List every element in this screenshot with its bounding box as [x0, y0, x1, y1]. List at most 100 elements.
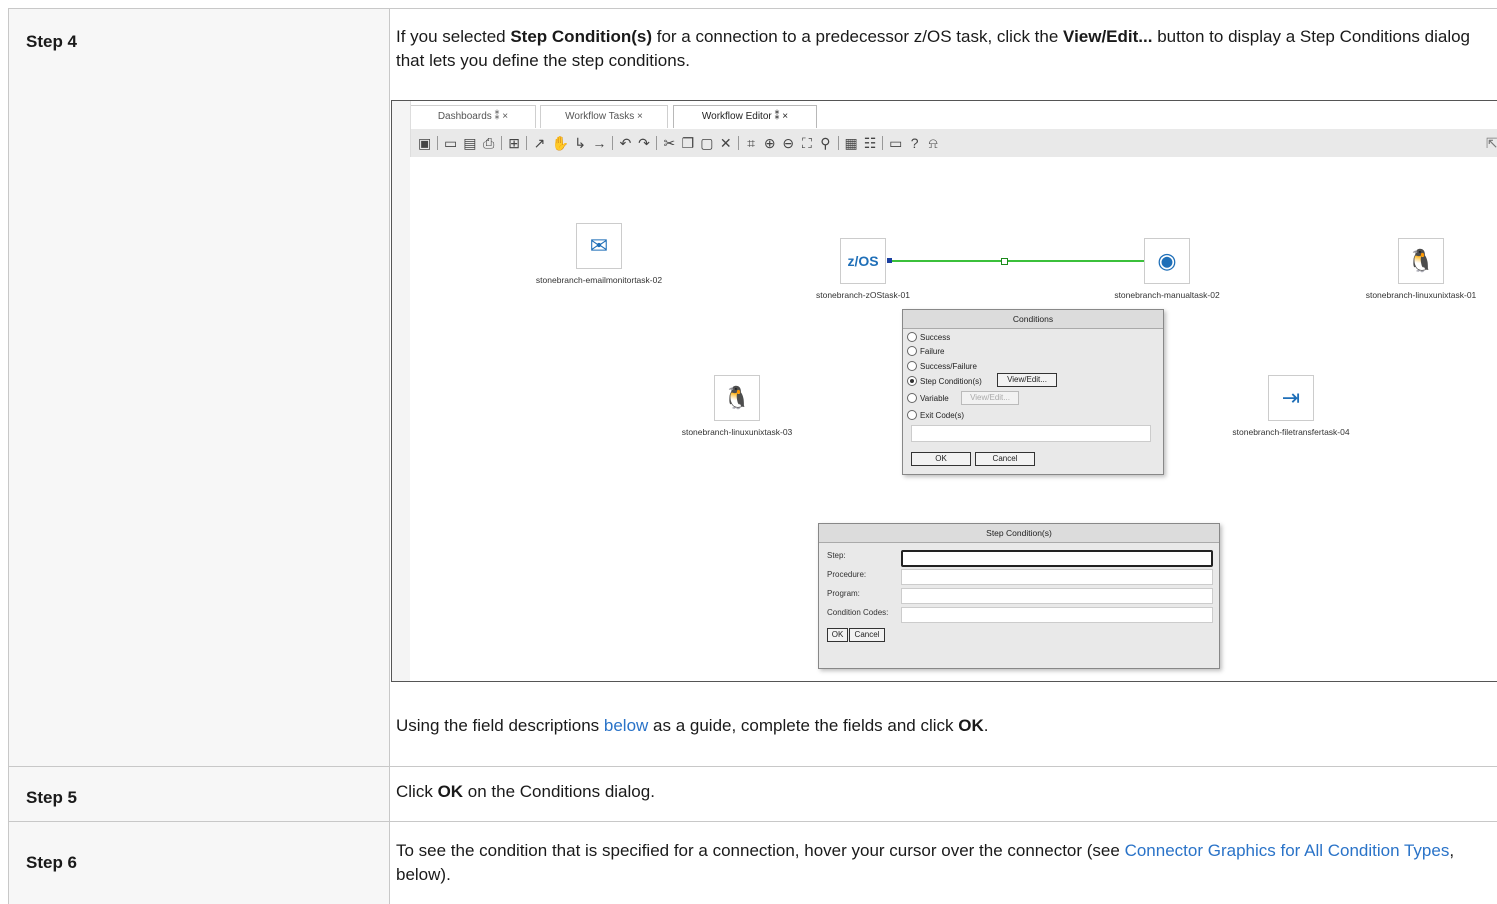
zoom-in-icon[interactable]: ⊕	[763, 135, 776, 152]
tab-workflow-tasks[interactable]: Workflow Tasks ×	[540, 105, 668, 128]
instruction-text: If you selected Step Condition(s) for a …	[396, 25, 1492, 73]
radio-button[interactable]	[907, 376, 917, 386]
radio-button[interactable]	[907, 332, 917, 342]
procedure-field[interactable]	[901, 569, 1213, 585]
help-icon[interactable]: ?	[908, 135, 921, 151]
below-link[interactable]: below	[604, 716, 648, 735]
paste-icon[interactable]: ▢	[700, 135, 713, 152]
task-node[interactable]: ✉ stonebranch-emailmonitortask-02	[514, 223, 684, 285]
delete-icon[interactable]: ✕	[719, 135, 732, 152]
radio-step-conditions[interactable]: Step Condition(s)	[907, 376, 982, 386]
radio-label: Failure	[920, 346, 945, 356]
exit-codes-field[interactable]	[911, 425, 1151, 442]
node-label: stonebranch-linuxunixtask-03	[681, 427, 793, 437]
ok-button[interactable]: OK	[911, 452, 971, 466]
instruction-text: Click OK on the Conditions dialog.	[396, 780, 1492, 804]
redo-icon[interactable]: ↷	[638, 135, 651, 152]
task-node[interactable]: 🐧 stonebranch-linuxunixtask-01	[1346, 238, 1496, 300]
node-label: stonebranch-emailmonitortask-02	[535, 275, 663, 285]
bold-text: OK	[958, 716, 984, 735]
task-node[interactable]: z/OS stonebranch-zOStask-01	[798, 238, 928, 300]
tree-layout-icon[interactable]: ☷	[864, 135, 877, 152]
tab-bar: Dashboards ⁑ × Workflow Tasks × Workflow…	[392, 101, 1497, 129]
fit-icon[interactable]: ⌗	[745, 135, 758, 152]
dialog-title: Conditions	[903, 310, 1163, 329]
select-arrow-icon[interactable]: ↗	[533, 135, 546, 152]
email-monitor-icon: ✉	[576, 223, 622, 269]
connector-midpoint[interactable]	[1001, 258, 1008, 265]
tab-dashboards[interactable]: Dashboards ⁑ ×	[410, 105, 536, 128]
search-icon[interactable]: ⚲	[819, 135, 832, 152]
radio-label: Step Condition(s)	[920, 376, 982, 386]
condition-codes-field[interactable]	[901, 607, 1213, 623]
ok-button[interactable]: OK	[827, 628, 848, 642]
straight-connector-icon[interactable]: →	[592, 135, 606, 151]
hand-icon[interactable]: ✋	[552, 135, 569, 152]
radio-button[interactable]	[907, 346, 917, 356]
cancel-button[interactable]: Cancel	[975, 452, 1035, 466]
workflow-canvas[interactable]: ✉ stonebranch-emailmonitortask-02 z/OS s…	[410, 157, 1497, 681]
preview-icon[interactable]: ▣	[418, 135, 431, 152]
node-label: stonebranch-linuxunixtask-01	[1365, 290, 1477, 300]
radio-exit-codes[interactable]: Exit Code(s)	[907, 410, 964, 420]
text-run: for a connection to a predecessor z/OS t…	[652, 27, 1064, 46]
save-icon[interactable]: ▤	[463, 135, 476, 152]
cut-icon[interactable]: ✂	[663, 135, 676, 152]
step-label-cell: Step 6	[9, 822, 390, 904]
radio-button[interactable]	[907, 361, 917, 371]
linux-icon: 🐧	[714, 375, 760, 421]
dialog-title: Step Condition(s)	[819, 524, 1219, 543]
elbow-connector-icon[interactable]: ↳	[574, 135, 587, 152]
step-field[interactable]	[901, 550, 1213, 567]
tab-workflow-editor[interactable]: Workflow Editor ⁑ ×	[673, 105, 817, 128]
radio-label: Success	[920, 332, 951, 342]
task-node[interactable]: ⇥ stonebranch-filetransfertask-04	[1216, 375, 1366, 437]
divider	[612, 136, 614, 150]
folder-icon[interactable]: ▭	[444, 135, 457, 152]
step-conditions-dialog: Step Condition(s) Step: Procedure: Progr…	[818, 523, 1220, 669]
field-label: Program:	[827, 589, 860, 598]
instruction-text: Using the field descriptions below as a …	[396, 714, 1492, 738]
undo-icon[interactable]: ↶	[619, 135, 632, 152]
copy-icon[interactable]: ❐	[682, 135, 695, 152]
radio-button[interactable]	[907, 410, 917, 420]
divider	[656, 136, 658, 150]
cursor-icon: ⇱	[1485, 134, 1497, 151]
radio-failure[interactable]: Failure	[907, 346, 944, 356]
task-node[interactable]: ◉ stonebranch-manualtask-02	[1097, 238, 1237, 300]
step-label-cell: Step 5	[9, 767, 390, 821]
program-field[interactable]	[901, 588, 1213, 604]
zos-icon: z/OS	[840, 238, 886, 284]
connector-graphics-link[interactable]: Connector Graphics for All Condition Typ…	[1125, 841, 1450, 860]
layout-icon[interactable]: ▦	[845, 135, 858, 152]
fullscreen-icon[interactable]: ⛶	[801, 135, 814, 152]
bold-text: Step Condition(s)	[510, 27, 652, 46]
node-label: stonebranch-filetransfertask-04	[1232, 427, 1350, 437]
step-label: Step 6	[26, 853, 78, 872]
manual-task-icon: ◉	[1144, 238, 1190, 284]
divider	[501, 136, 502, 150]
radio-button[interactable]	[907, 393, 917, 403]
radio-success[interactable]: Success	[907, 332, 950, 342]
left-collapse-strip[interactable]	[392, 101, 411, 681]
zoom-out-icon[interactable]: ⊖	[782, 135, 795, 152]
text-run: Using the field descriptions	[396, 716, 604, 735]
step-label-cell: Step 4	[9, 9, 390, 766]
radio-variable[interactable]: Variable	[907, 393, 949, 403]
divider	[738, 136, 739, 150]
field-label: Step:	[827, 551, 846, 560]
step-row: Step 5 Click OK on the Conditions dialog…	[9, 767, 1497, 822]
radio-success-failure[interactable]: Success/Failure	[907, 361, 977, 371]
print-icon[interactable]: ⎙	[482, 135, 495, 152]
instruction-text: To see the condition that is specified f…	[396, 839, 1492, 887]
text-run: on the Conditions dialog.	[463, 782, 655, 801]
comment-icon[interactable]: ▭	[889, 135, 902, 152]
step-row: Step 6 To see the condition that is spec…	[9, 822, 1497, 904]
view-edit-button[interactable]: View/Edit...	[997, 373, 1057, 387]
bell-icon[interactable]: ⍾	[927, 135, 940, 152]
divider	[882, 136, 884, 150]
bold-text: OK	[437, 782, 464, 801]
add-task-icon[interactable]: ⊞	[508, 135, 521, 152]
cancel-button[interactable]: Cancel	[849, 628, 885, 642]
task-node[interactable]: 🐧 stonebranch-linuxunixtask-03	[662, 375, 812, 437]
